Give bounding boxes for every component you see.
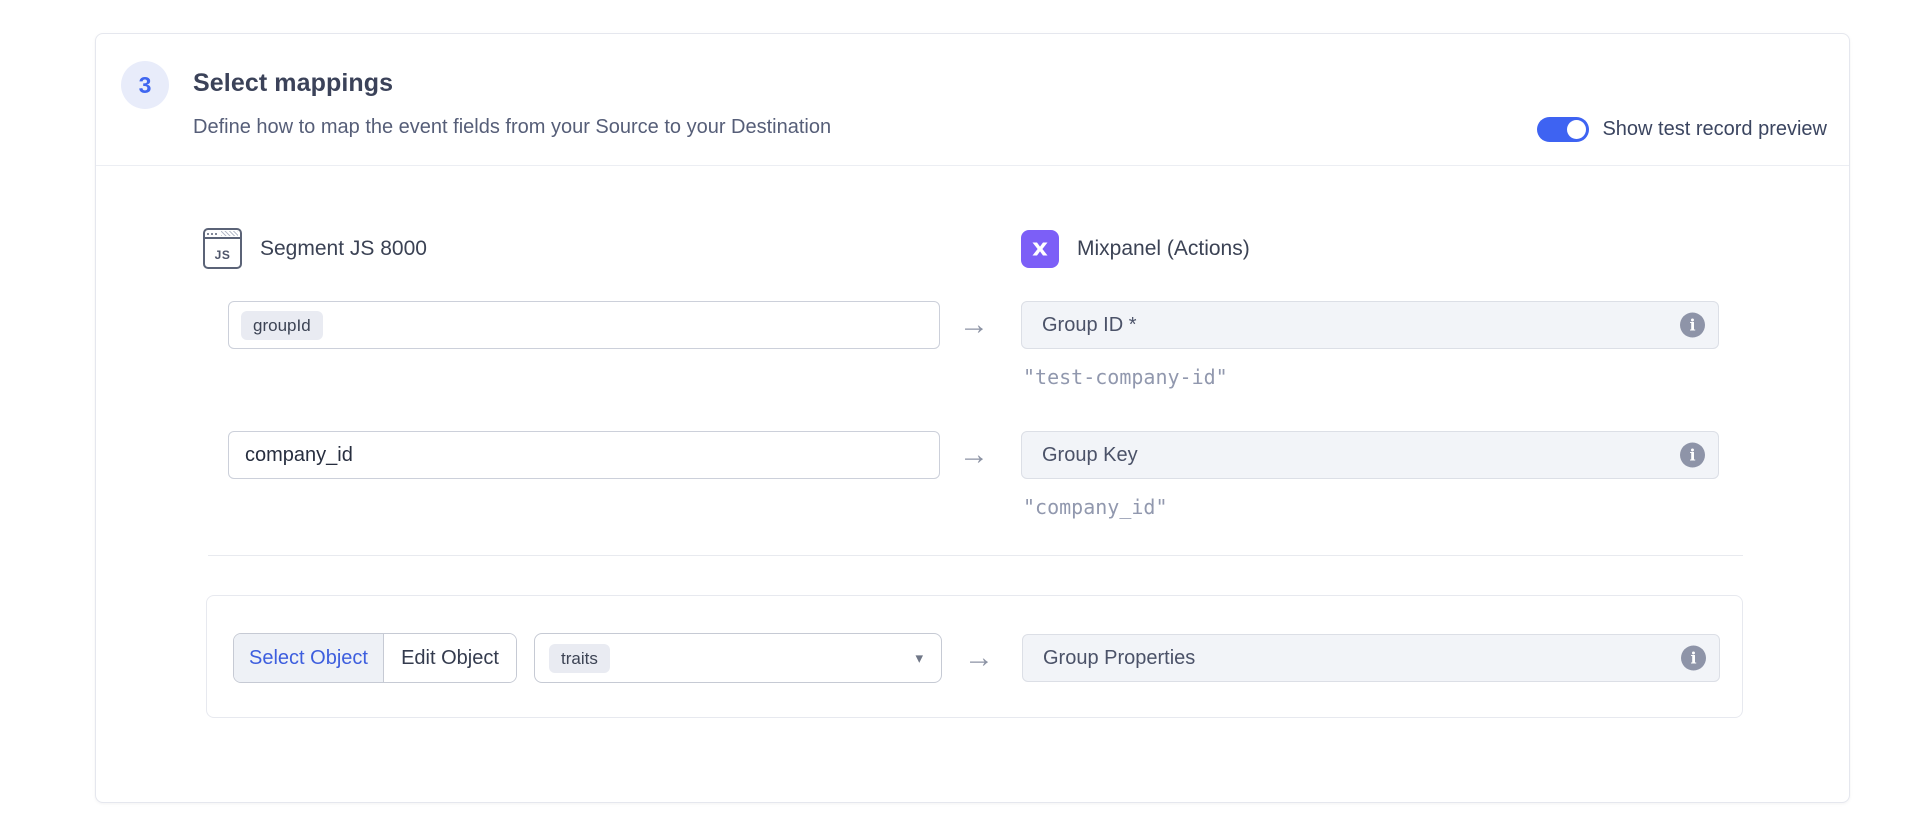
destination-field-group-properties: Group Properties i: [1022, 634, 1720, 682]
object-mapping-card: Select Object Edit Object traits ▾ → Gro…: [206, 595, 1743, 718]
browser-js-icon: JS: [203, 228, 242, 269]
source-text-input[interactable]: [241, 444, 927, 467]
arrow-right-icon: →: [952, 301, 996, 349]
page-subtitle: Define how to map the event fields from …: [193, 116, 831, 139]
destination-field-label: Group ID *: [1042, 314, 1136, 337]
edit-object-button[interactable]: Edit Object: [384, 634, 516, 682]
arrow-right-icon: →: [957, 633, 1001, 683]
destination-field-group-key: Group Key i: [1021, 431, 1719, 479]
source-field-input-groupid[interactable]: groupId: [228, 301, 940, 349]
test-record-preview-value: "company_id": [1023, 495, 1168, 519]
source-field-input-company-id[interactable]: [228, 431, 940, 479]
info-icon[interactable]: i: [1680, 313, 1705, 338]
destination-field-label: Group Properties: [1043, 647, 1195, 670]
test-record-preview-toggle-row: Show test record preview: [1537, 117, 1827, 142]
step-number-badge: 3: [121, 61, 169, 109]
select-mappings-card: 3 Select mappings Define how to map the …: [95, 33, 1850, 803]
arrow-right-icon: →: [952, 431, 996, 479]
toggle-label: Show test record preview: [1602, 118, 1827, 141]
info-icon[interactable]: i: [1681, 646, 1706, 671]
card-header: 3 Select mappings Define how to map the …: [96, 34, 1849, 166]
dropdown-selected-chip: traits: [549, 644, 610, 673]
source-column-header: JS Segment JS 8000: [203, 228, 427, 269]
source-token-chip: groupId: [241, 311, 323, 340]
test-record-preview-value: "test-company-id": [1023, 365, 1228, 389]
destination-field-group-id: Group ID * i: [1021, 301, 1719, 349]
chevron-down-icon: ▾: [915, 649, 923, 667]
object-source-dropdown[interactable]: traits ▾: [534, 633, 942, 683]
info-icon[interactable]: i: [1680, 443, 1705, 468]
toggle-knob: [1567, 120, 1586, 139]
select-object-button[interactable]: Select Object: [234, 634, 384, 682]
source-name: Segment JS 8000: [260, 237, 427, 261]
destination-field-label: Group Key: [1042, 444, 1138, 467]
object-mode-button-group: Select Object Edit Object: [233, 633, 517, 683]
page-title: Select mappings: [193, 68, 393, 99]
mixpanel-icon: [1021, 230, 1059, 268]
show-test-record-preview-toggle[interactable]: [1537, 117, 1589, 142]
section-divider: [208, 555, 1743, 556]
destination-name: Mixpanel (Actions): [1077, 237, 1250, 261]
destination-column-header: Mixpanel (Actions): [1021, 230, 1250, 268]
